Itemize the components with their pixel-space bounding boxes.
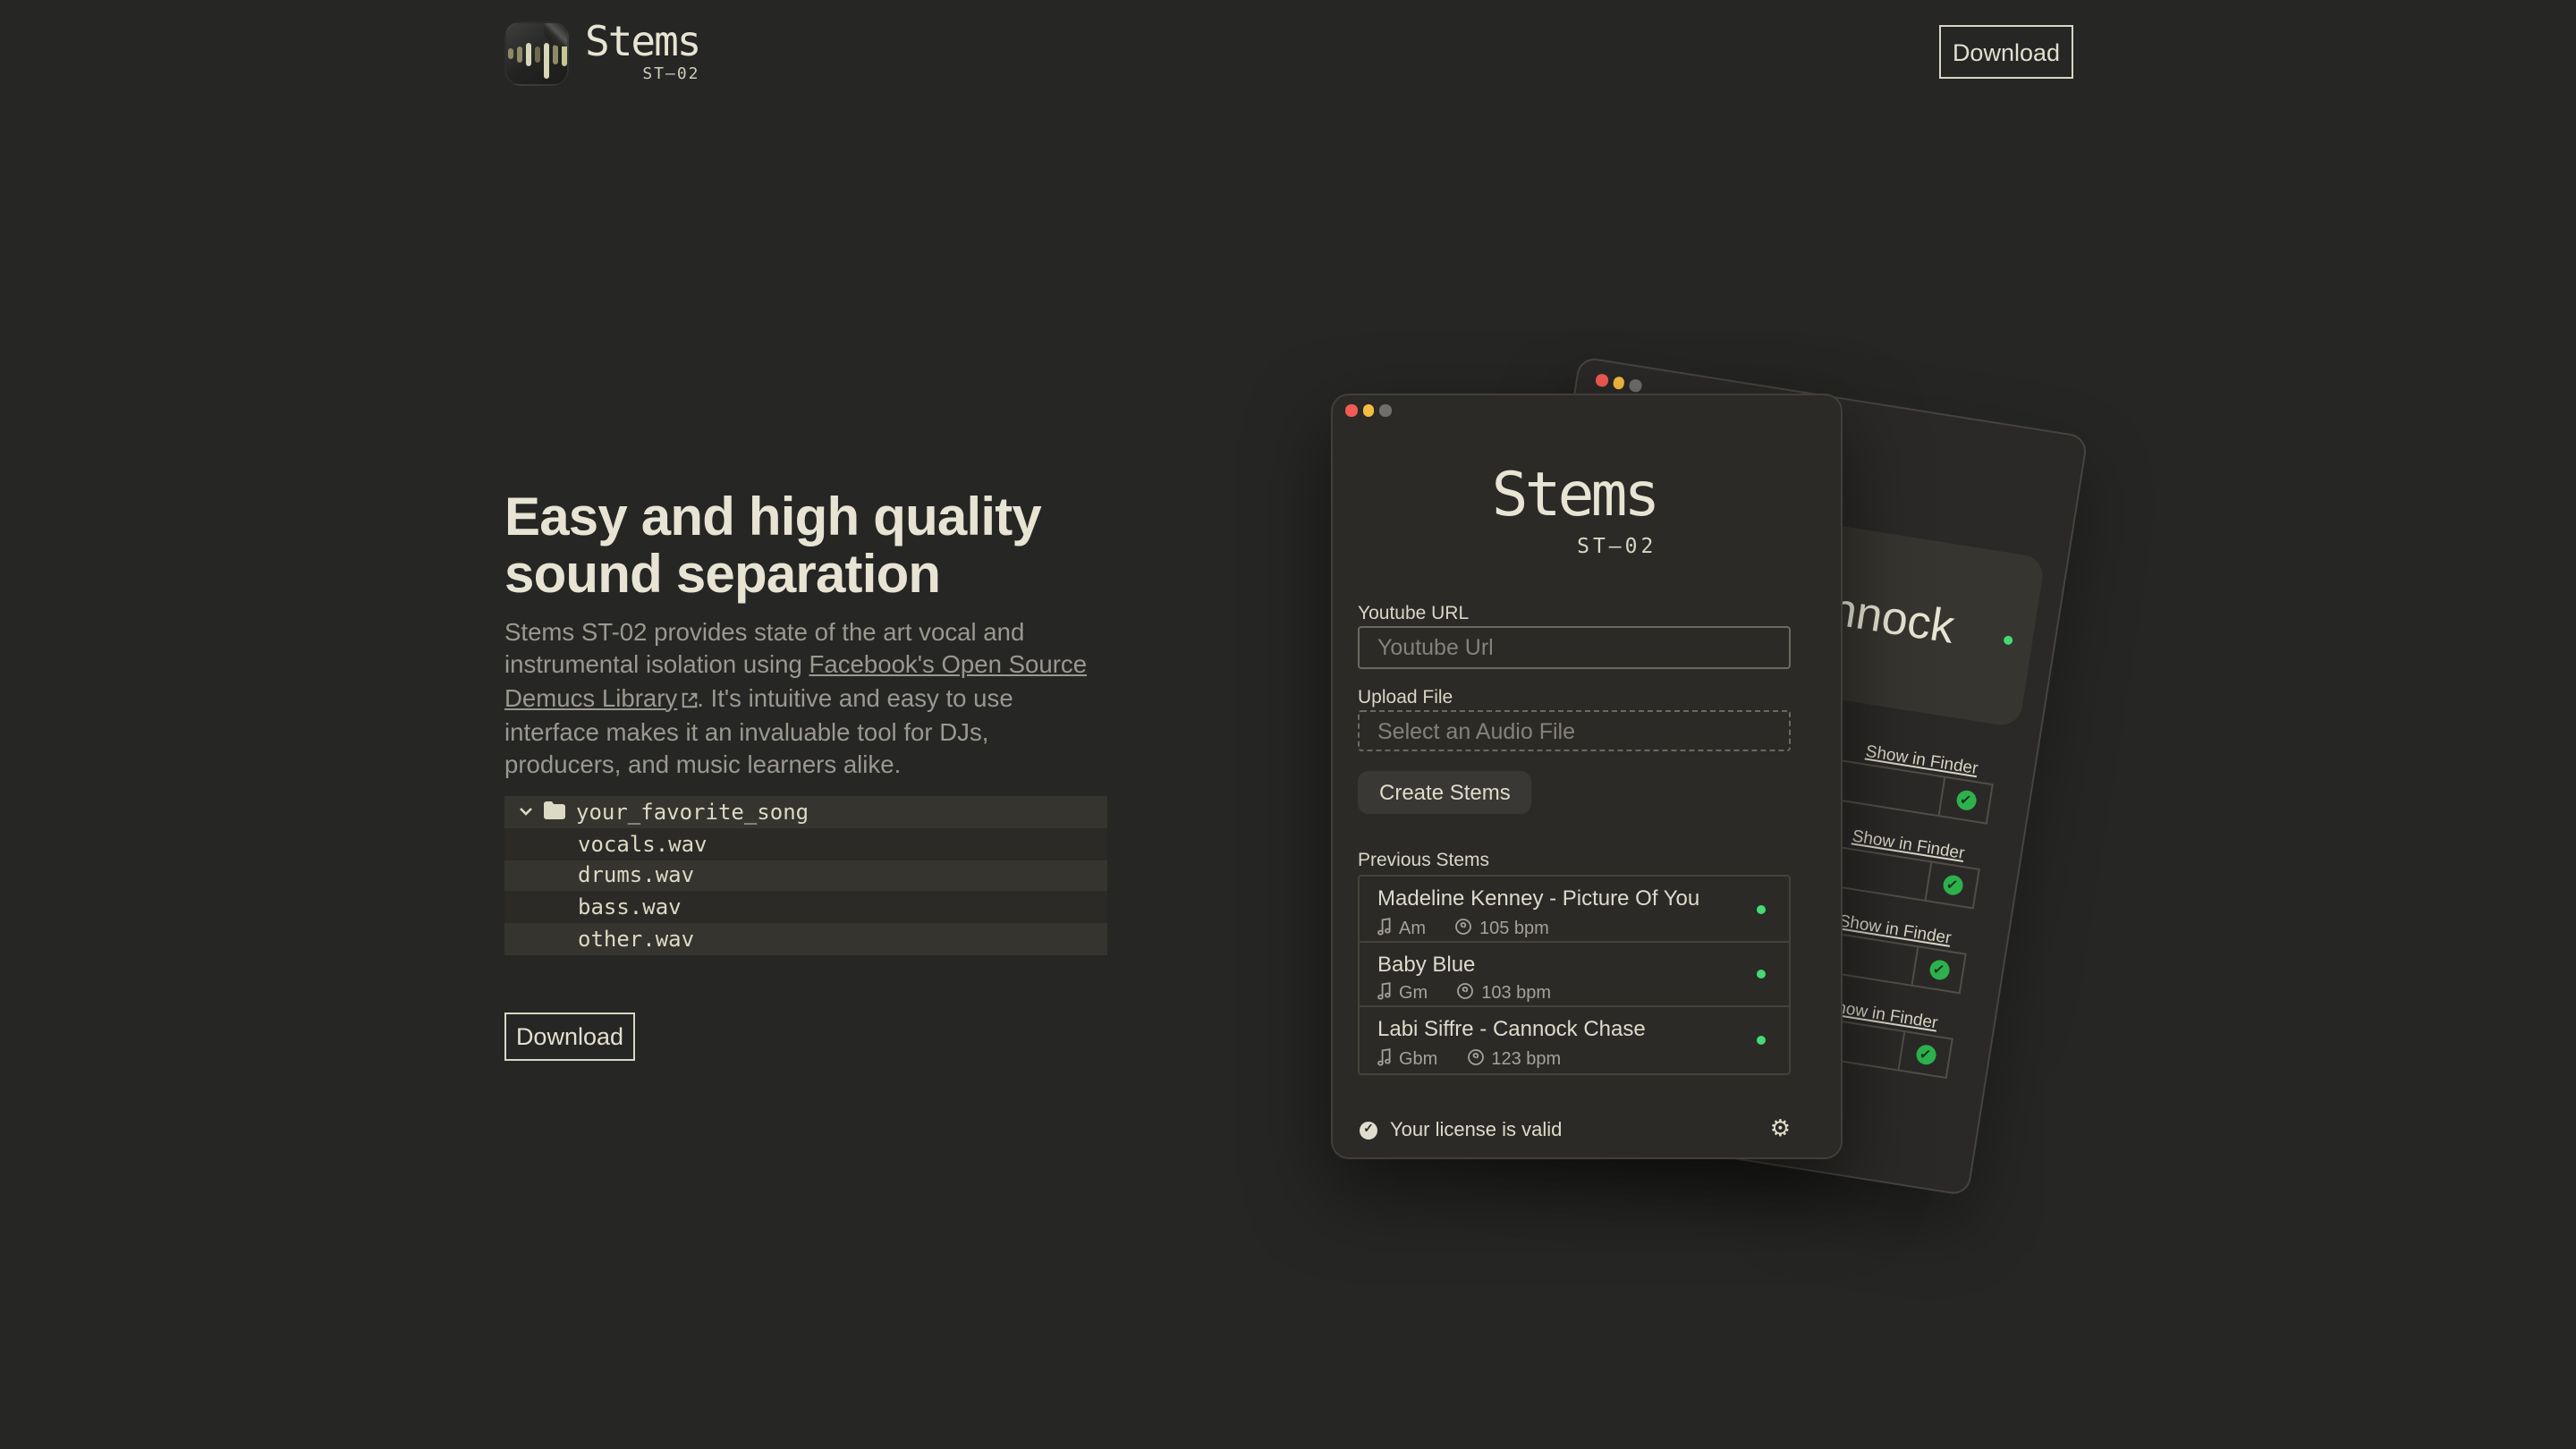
tree-file-row: drums.wav xyxy=(504,860,1107,892)
minimize-icon[interactable] xyxy=(1612,376,1625,389)
stem-meta: Gm 103 bpm xyxy=(1377,982,1771,1005)
check-circle-icon: ✓ xyxy=(1928,959,1950,981)
create-stems-button[interactable]: Create Stems xyxy=(1358,771,1532,814)
tree-file-rows: vocals.wav drums.wav bass.wav other.wav xyxy=(504,828,1107,955)
music-note-icon xyxy=(1377,1047,1392,1071)
close-icon[interactable] xyxy=(1595,373,1608,386)
youtube-url-label: Youtube URL xyxy=(1358,603,1469,624)
tree-file-label: other.wav xyxy=(578,927,694,952)
stem-key: Am xyxy=(1399,919,1426,938)
stem-status-cell: ✓ xyxy=(1940,778,1992,823)
folder-icon xyxy=(544,800,565,825)
stem-title: Labi Siffre - Cannock Chase xyxy=(1377,1016,1771,1041)
youtube-url-input[interactable] xyxy=(1358,626,1791,669)
check-circle-icon: ✓ xyxy=(1914,1044,1936,1066)
window-subtitle: ST—02 xyxy=(1492,533,1657,558)
status-dot xyxy=(2003,635,2012,645)
stem-title: Madeline Kenney - Picture Of You xyxy=(1377,886,1771,911)
stem-bpm: 103 bpm xyxy=(1481,984,1551,1004)
tempo-icon xyxy=(1466,1047,1484,1071)
stem-meta: Gbm 123 bpm xyxy=(1377,1047,1771,1071)
stem-list-item[interactable]: Madeline Kenney - Picture Of You Am 105 … xyxy=(1360,877,1789,942)
minimize-icon[interactable] xyxy=(1362,404,1374,416)
music-note-icon xyxy=(1377,982,1392,1005)
page-title: Easy and high quality sound separation xyxy=(504,490,1041,603)
music-note-icon xyxy=(1377,917,1392,940)
stem-list-item[interactable]: Baby Blue Gm 103 bpm xyxy=(1360,942,1789,1007)
hero-download-button[interactable]: Download xyxy=(504,1013,635,1061)
back-window-controls xyxy=(1595,373,1642,392)
brand-title: Stems xyxy=(585,20,700,66)
close-icon[interactable] xyxy=(1345,404,1357,416)
check-circle-icon: ✓ xyxy=(1954,789,1977,811)
stem-bpm: 123 bpm xyxy=(1491,1049,1561,1069)
upload-file-label: Upload File xyxy=(1358,687,1453,708)
zoom-window-icon[interactable] xyxy=(1629,378,1642,392)
app-window: Stems ST—02 Youtube URL Upload File Crea… xyxy=(1331,394,1843,1159)
heading-line-1: Easy and high quality xyxy=(504,488,1041,547)
brand: Stems ST—02 xyxy=(585,20,700,84)
tree-root-row[interactable]: your_favorite_song xyxy=(504,796,1107,828)
tree-file-row: other.wav xyxy=(504,923,1107,955)
brand-subtitle: ST—02 xyxy=(585,66,700,84)
stem-key: Gbm xyxy=(1399,1049,1437,1069)
previous-stems-list: Madeline Kenney - Picture Of You Am 105 … xyxy=(1358,875,1791,1074)
stem-meta: Am 105 bpm xyxy=(1377,917,1771,940)
header-download-button[interactable]: Download xyxy=(1939,25,2073,79)
license-row: ✓ Your license is valid ⚙ xyxy=(1360,1118,1791,1143)
license-check-icon: ✓ xyxy=(1360,1122,1377,1140)
stem-bpm: 105 bpm xyxy=(1479,919,1549,938)
tree-file-row: bass.wav xyxy=(504,892,1107,924)
stem-title: Baby Blue xyxy=(1377,951,1771,976)
check-circle-icon: ✓ xyxy=(1941,874,1963,896)
ready-status-dot xyxy=(1757,1035,1766,1044)
waveform-icon xyxy=(507,36,566,72)
window-title: Stems xyxy=(1492,460,1657,531)
license-status-text: Your license is valid xyxy=(1390,1120,1562,1141)
stem-status-cell: ✓ xyxy=(1913,947,1965,992)
file-tree: your_favorite_song vocals.wav drums.wav … xyxy=(504,796,1107,955)
tree-file-label: vocals.wav xyxy=(578,831,708,856)
window-controls xyxy=(1345,404,1392,416)
page: Stems ST—02 Download Easy and high quali… xyxy=(0,0,2576,1449)
song-title-fragment: nnock xyxy=(1826,581,1958,656)
stem-key: Gm xyxy=(1399,984,1428,1004)
external-link-icon xyxy=(681,684,697,717)
stem-list-item[interactable]: Labi Siffre - Cannock Chase Gbm 123 bpm xyxy=(1360,1007,1789,1072)
zoom-window-icon[interactable] xyxy=(1380,404,1392,416)
hero-description: Stems ST-02 provides state of the art vo… xyxy=(504,617,1102,783)
tree-file-label: drums.wav xyxy=(578,863,694,888)
gear-icon[interactable]: ⚙ xyxy=(1770,1114,1791,1143)
upload-file-input[interactable] xyxy=(1358,710,1791,751)
tree-root-label: your_favorite_song xyxy=(576,800,809,825)
previous-stems-label: Previous Stems xyxy=(1358,850,1489,871)
ready-status-dot xyxy=(1757,904,1766,913)
heading-line-2: sound separation xyxy=(504,545,940,604)
tempo-icon xyxy=(1454,917,1472,940)
stem-status-cell: ✓ xyxy=(1900,1032,1952,1077)
tree-file-row: vocals.wav xyxy=(504,828,1107,860)
app-logo-icon xyxy=(504,21,569,86)
tempo-icon xyxy=(1456,982,1474,1005)
tree-file-label: bass.wav xyxy=(578,895,682,920)
stem-status-cell: ✓ xyxy=(1927,863,1979,908)
ready-status-dot xyxy=(1757,970,1766,979)
window-title-wrap: Stems ST—02 xyxy=(1358,460,1791,562)
chevron-down-icon xyxy=(519,808,533,817)
